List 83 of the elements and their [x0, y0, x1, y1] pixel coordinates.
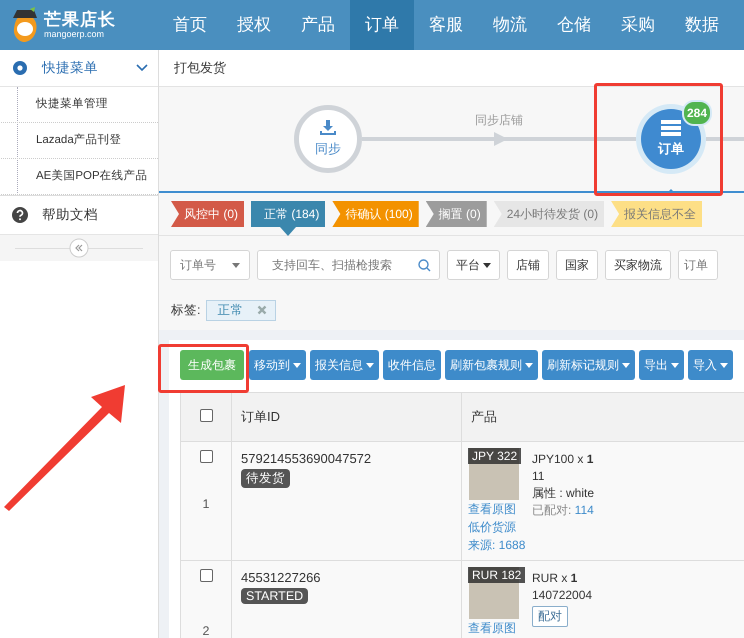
- toolbar-button[interactable]: 收件信息: [383, 350, 441, 380]
- nav-tab[interactable]: 客服: [414, 0, 478, 50]
- caret-icon: [720, 362, 728, 368]
- order-filter-field[interactable]: 订单: [678, 250, 718, 280]
- connector-label: 同步店铺: [475, 112, 523, 129]
- price-tag: RUR 182: [468, 567, 526, 583]
- status-tab[interactable]: 24小时待发货 (0): [494, 201, 604, 227]
- checkbox[interactable]: [200, 450, 212, 463]
- sidebar-item[interactable]: 快捷菜单管理: [1, 87, 158, 123]
- sidebar-header[interactable]: 快捷菜单: [0, 50, 158, 87]
- product-detail: 11: [532, 468, 544, 485]
- toolbar-button[interactable]: 刷新包裹规则: [445, 350, 538, 380]
- count-badge: 284: [682, 100, 712, 126]
- gear-icon: [12, 60, 28, 76]
- nav-tab[interactable]: 首页: [158, 0, 222, 50]
- product-link[interactable]: 查看原图: [468, 619, 522, 637]
- sync-step-node[interactable]: 同步: [294, 105, 362, 173]
- filter-button[interactable]: 平台: [447, 250, 500, 280]
- nav-tab[interactable]: 数据: [670, 0, 734, 50]
- nav-tab[interactable]: 仓储: [542, 0, 606, 50]
- toolbar-button[interactable]: 生成包裹: [180, 350, 244, 380]
- toolbar-button[interactable]: 导出: [639, 350, 684, 380]
- search-icon: [418, 259, 431, 272]
- nav-tab[interactable]: 采购: [606, 0, 670, 50]
- status-badge: 待发货: [241, 469, 290, 488]
- status-tab[interactable]: 待确认 (100): [332, 201, 419, 227]
- download-icon: [319, 120, 337, 136]
- order-id: 45531227266: [241, 570, 322, 585]
- caret-icon: [483, 262, 491, 268]
- sku-quantity: JPY100 x 1: [532, 451, 594, 468]
- filter-button[interactable]: 买家物流: [605, 250, 671, 280]
- filter-button[interactable]: 店铺: [507, 250, 549, 280]
- order-id: 579214553690047572: [241, 451, 372, 466]
- caret-icon: [366, 362, 374, 368]
- product-link[interactable]: 低价货源: [468, 518, 522, 536]
- nav-tab[interactable]: 产品: [286, 0, 350, 50]
- status-tab[interactable]: 搁置 (0): [426, 201, 487, 227]
- toolbar-button[interactable]: 刷新标记规则: [542, 350, 635, 380]
- column-header: 订单ID: [232, 392, 462, 442]
- chevron-icon: [136, 64, 148, 72]
- row-number: 2: [202, 624, 210, 638]
- toolbar-button[interactable]: 移动到: [249, 350, 306, 380]
- checkbox[interactable]: [200, 569, 212, 582]
- product-detail: 属性 : white: [532, 485, 594, 502]
- status-tab[interactable]: 风控中 (0): [171, 201, 244, 227]
- paired-link[interactable]: 114: [574, 503, 594, 517]
- checkbox[interactable]: [200, 409, 212, 422]
- caret-icon: [525, 362, 533, 368]
- tab-pointer-icon: [280, 227, 296, 236]
- sku-quantity: RUR x 1: [532, 570, 578, 587]
- pair-button[interactable]: 配对: [532, 606, 568, 627]
- nav-tab[interactable]: 授权: [222, 0, 286, 50]
- product-detail: 140722004: [532, 587, 592, 604]
- paired-text: 已配对: 114: [532, 502, 594, 519]
- row-number: 1: [202, 497, 210, 511]
- filter-tag: 正常: [206, 300, 276, 320]
- nav-tab[interactable]: 订单: [350, 0, 414, 50]
- toolbar-button[interactable]: 报关信息: [310, 350, 379, 380]
- order-type-select[interactable]: 订单号: [170, 250, 250, 280]
- status-badge: STARTED: [241, 588, 308, 604]
- list-icon: [661, 120, 681, 136]
- page-title: 打包发货: [174, 60, 226, 75]
- source-link[interactable]: 1688: [498, 538, 526, 552]
- column-header: 产品: [462, 392, 744, 442]
- caret-icon: [671, 362, 679, 368]
- logo-name: 芒果店长: [44, 11, 116, 28]
- collapse-icon[interactable]: [69, 238, 89, 258]
- help-icon: [12, 207, 28, 223]
- logo-domain: mangoerp.com: [44, 30, 106, 39]
- tags-label: 标签:: [171, 302, 200, 318]
- sidebar-item[interactable]: AE美国POP在线产品: [1, 159, 158, 195]
- price-tag: JPY 322: [468, 448, 522, 464]
- status-tab[interactable]: 报关信息不全: [611, 201, 702, 227]
- caret-icon: [622, 362, 630, 368]
- filter-button[interactable]: 国家: [556, 250, 598, 280]
- product-link[interactable]: 查看原图: [468, 500, 522, 518]
- caret-icon: [232, 262, 240, 268]
- nav-tab[interactable]: 物流: [478, 0, 542, 50]
- caret-icon: [293, 362, 301, 368]
- mango-mascot-icon: [10, 7, 40, 43]
- sidebar-item[interactable]: Lazada产品刊登: [1, 123, 158, 159]
- toolbar-button[interactable]: 导入: [688, 350, 733, 380]
- search-field[interactable]: 支持回车、扫描枪搜索: [257, 250, 440, 280]
